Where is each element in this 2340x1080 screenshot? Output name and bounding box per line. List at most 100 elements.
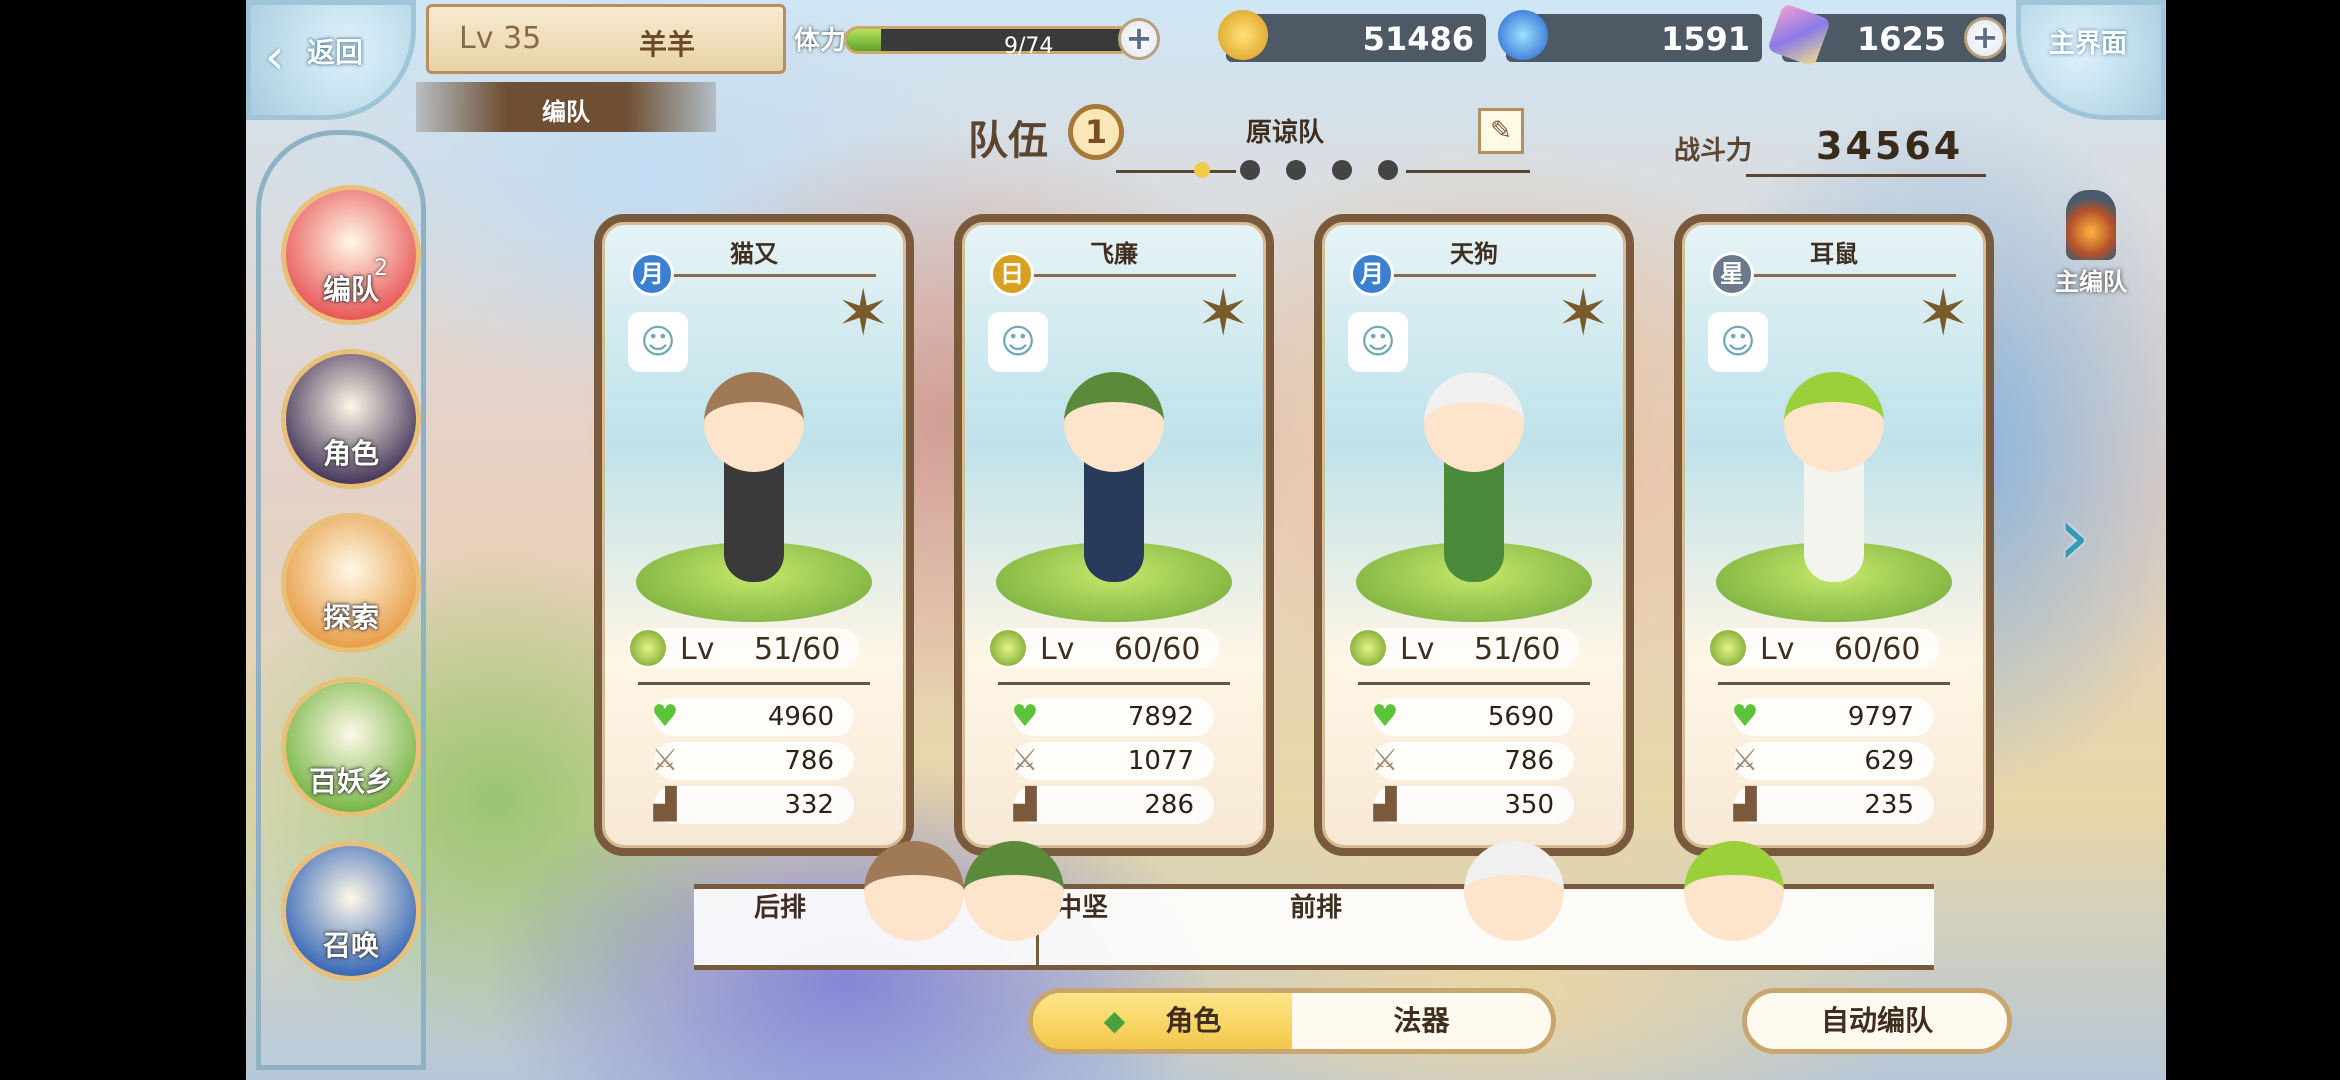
level-value: 60/60	[1834, 632, 1921, 667]
element-icon: 日	[990, 252, 1034, 296]
level-value: 60/60	[1114, 632, 1201, 667]
element-icon: 月	[1350, 252, 1394, 296]
crystal-display: 1625 +	[1766, 2, 2006, 68]
level-label: Lv	[1400, 632, 1435, 667]
tab-character-label: 角色	[1165, 1004, 1222, 1037]
stat-divider	[998, 682, 1230, 685]
stat-divider	[1358, 682, 1590, 685]
soul-flame-icon	[1498, 10, 1548, 60]
nav-character-label: 角色	[322, 437, 379, 470]
main-team-label: 主编队	[2055, 268, 2127, 296]
character-card[interactable]: 天狗 月 ✶ ☺ Lv 51/60 ♥ 5690 ⚔ 786 ▟ 350	[1314, 214, 1634, 856]
nav-explore[interactable]: 探索	[281, 513, 421, 653]
back-label: 返回	[307, 36, 364, 69]
tab-artifact[interactable]: 法器	[1292, 993, 1551, 1049]
team-page-dot[interactable]	[1194, 162, 1210, 178]
team-page-dot[interactable]	[1240, 160, 1260, 180]
home-button[interactable]: 主界面	[2016, 0, 2166, 120]
boot-icon: ▟	[1373, 787, 1397, 822]
attack-stat: ⚔ 629	[1732, 742, 1934, 780]
power-underline	[1746, 174, 1986, 177]
next-team-arrow-icon[interactable]: ›	[2058, 490, 2090, 583]
back-button[interactable]: ‹ 返回	[246, 0, 416, 120]
soul-value: 1591	[1660, 20, 1750, 58]
lantern-icon	[2066, 190, 2116, 260]
nav-village[interactable]: 百妖乡	[281, 677, 421, 817]
heart-icon: ♥	[1011, 699, 1039, 734]
level-row: Lv 60/60	[988, 628, 1220, 668]
rank-star-icon: ✶	[1916, 277, 1970, 351]
attack-value: 786	[1504, 746, 1554, 776]
character-portrait	[986, 362, 1242, 622]
stamina-value: 9/74	[1004, 34, 1054, 59]
bottom-tabs: ◆ 角色 法器	[1028, 988, 1556, 1054]
character-head	[1424, 372, 1524, 472]
hp-value: 9797	[1847, 702, 1914, 732]
sword-icon: ⚔	[1371, 743, 1399, 778]
speed-value: 235	[1864, 790, 1914, 820]
crystal-value: 1625	[1856, 20, 1946, 58]
character-card[interactable]: 飞廉 日 ✶ ☺ Lv 60/60 ♥ 7892 ⚔ 1077 ▟ 286	[954, 214, 1274, 856]
element-icon: 月	[630, 252, 674, 296]
tab-character[interactable]: ◆ 角色	[1033, 993, 1292, 1049]
character-head	[1064, 372, 1164, 472]
team-name: 原谅队	[1246, 118, 1325, 148]
team-number-button[interactable]: 1	[1068, 104, 1124, 160]
section-title-banner: 编队	[416, 82, 716, 132]
gold-display: 51486	[1218, 10, 1486, 62]
attack-stat: ⚔ 1077	[1012, 742, 1214, 780]
rename-team-button[interactable]: ✎	[1478, 108, 1524, 154]
character-head	[704, 372, 804, 472]
level-swirl-icon	[1350, 630, 1386, 666]
attack-value: 786	[784, 746, 834, 776]
back-row-label: 后排	[754, 893, 807, 923]
team-page-dot[interactable]	[1378, 160, 1398, 180]
player-level: Lv 35	[459, 21, 542, 56]
heart-icon: ♥	[651, 699, 679, 734]
hp-stat: ♥ 5690	[1372, 698, 1574, 736]
formation-character-face[interactable]	[1464, 841, 1564, 941]
nav-village-label: 百妖乡	[308, 765, 393, 798]
formation-character-face[interactable]	[964, 841, 1064, 941]
hp-stat: ♥ 9797	[1732, 698, 1934, 736]
speed-value: 332	[784, 790, 834, 820]
power-value: 34564	[1816, 124, 1964, 168]
level-label: Lv	[1760, 632, 1795, 667]
team-underline	[1116, 170, 1236, 173]
level-swirl-icon	[630, 630, 666, 666]
section-title: 编队	[542, 98, 590, 126]
rank-star-icon: ✶	[1556, 277, 1610, 351]
nav-formation[interactable]: 2 编队	[281, 185, 421, 325]
level-value: 51/60	[1474, 632, 1561, 667]
character-card[interactable]: 猫又 月 ✶ ☺ Lv 51/60 ♥ 4960 ⚔ 786 ▟ 332	[594, 214, 914, 856]
speed-stat: ▟ 350	[1373, 786, 1574, 824]
hp-stat: ♥ 7892	[1012, 698, 1214, 736]
level-value: 51/60	[754, 632, 841, 667]
stamina-fill	[847, 29, 882, 51]
front-row-label: 前排	[1290, 893, 1343, 923]
add-crystal-button[interactable]: +	[1964, 17, 2006, 59]
auto-formation-label: 自动编队	[1820, 1004, 1933, 1037]
game-screen: ‹ 返回 Lv 35 羊羊 编队 体力 9/74 + 51486 1591 16…	[246, 0, 2166, 1080]
formation-character-face[interactable]	[1684, 841, 1784, 941]
auto-formation-button[interactable]: 自动编队	[1742, 988, 2012, 1054]
boot-icon: ▟	[1013, 787, 1037, 822]
stamina-label: 体力	[794, 26, 847, 56]
main-team-button[interactable]: 主编队	[2046, 190, 2136, 300]
formation-character-face[interactable]	[864, 841, 964, 941]
character-card[interactable]: 耳鼠 星 ✶ ☺ Lv 60/60 ♥ 9797 ⚔ 629 ▟ 235	[1674, 214, 1994, 856]
gold-coin-icon	[1218, 10, 1268, 60]
attack-stat: ⚔ 786	[652, 742, 854, 780]
speed-stat: ▟ 235	[1733, 786, 1934, 824]
add-stamina-button[interactable]: +	[1118, 18, 1160, 60]
player-info: Lv 35 羊羊	[426, 4, 786, 74]
gold-value: 51486	[1362, 20, 1474, 58]
team-page-dot[interactable]	[1332, 160, 1352, 180]
home-label: 主界面	[2049, 29, 2128, 59]
soul-display: 1591	[1498, 10, 1762, 62]
team-page-dot[interactable]	[1286, 160, 1306, 180]
hp-value: 4960	[767, 702, 834, 732]
nav-character[interactable]: 角色	[281, 349, 421, 489]
nav-summon[interactable]: 召唤	[281, 841, 421, 981]
character-portrait	[1706, 362, 1962, 622]
